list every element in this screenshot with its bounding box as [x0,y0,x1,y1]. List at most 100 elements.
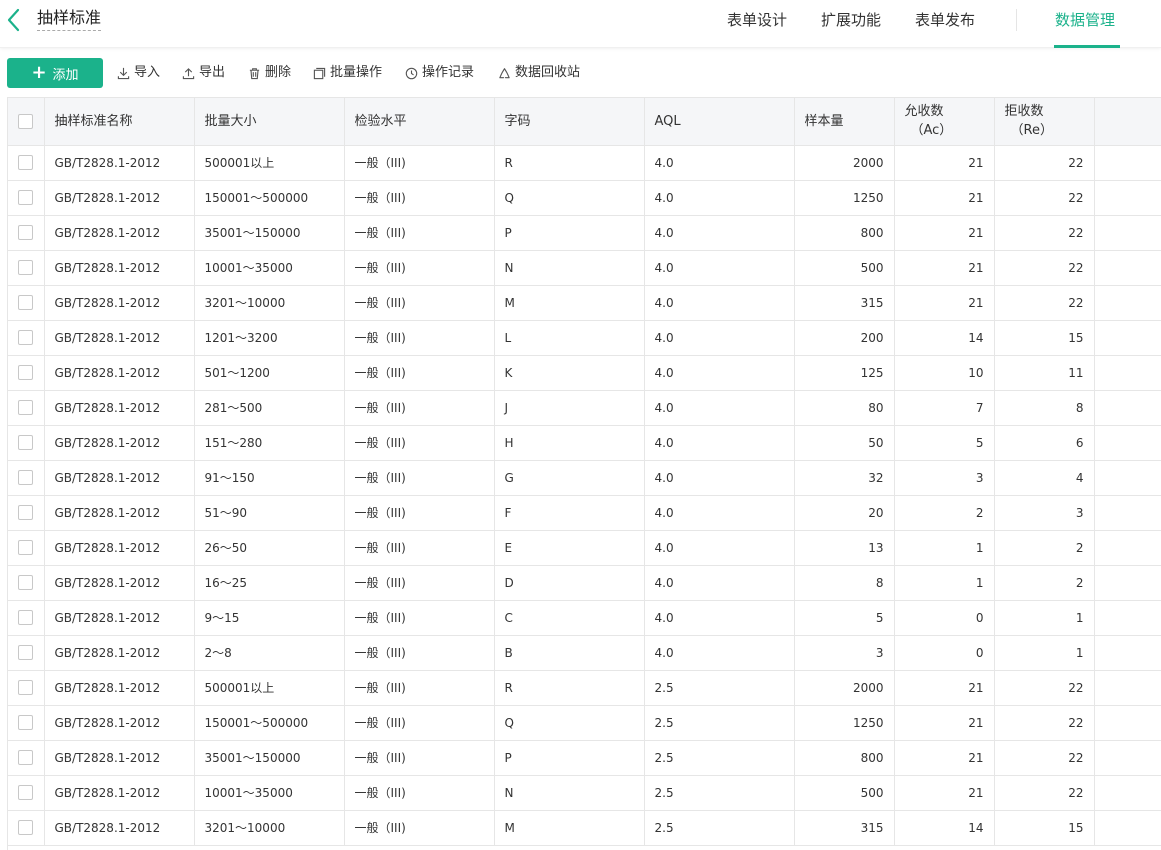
operation-log-button[interactable]: 操作记录 [405,65,474,81]
row-checkbox[interactable] [18,820,34,835]
sample-size-cell: 2000 [794,145,895,181]
code-letter-cell: N [494,250,645,286]
batch-size-cell: 2～8 [194,635,345,671]
table-row[interactable]: GB/T2828.1-2012 10001～35000 一般（III) N 2.5 500… [8,775,1161,811]
back-arrow-icon[interactable] [6,7,22,33]
empty-cell [1094,215,1161,251]
table-row[interactable]: GB/T2828.1-2012 3201～10000 一般（III) M 2.5 315 1… [8,810,1161,846]
accept-number-cell: 21 [894,250,995,286]
table-row[interactable]: GB/T2828.1-2012 1201～3200 一般（III) L 4.0 200 14… [8,320,1161,356]
table-row[interactable]: GB/T2828.1-2012 281～500 一般（III) J 4.0 80 7 8 [8,390,1161,426]
aql-cell: 4.0 [644,635,795,671]
table-row[interactable]: GB/T2828.1-2012 150001～500000 一般（III) Q 2.5 1… [8,705,1161,741]
standard-name-cell: GB/T2828.1-2012 [44,425,195,461]
select-all-checkbox[interactable] [18,113,34,129]
row-checkbox[interactable] [18,225,34,240]
reject-number-cell: 22 [994,180,1095,216]
tab-extensions[interactable]: 扩展功能 [821,10,881,30]
row-checkbox[interactable] [18,645,34,660]
table-row[interactable]: GB/T2828.1-2012 35001～150000 一般（III) P 2.5 80… [8,740,1161,776]
delete-label: 删除 [265,65,292,80]
table-row[interactable]: GB/T2828.1-2012 35001～150000 一般（III) P 4.0 80… [8,215,1161,251]
column-header-standard-name[interactable]: 抽样标准名称 [44,98,195,146]
table-row[interactable]: GB/T2828.1-2012 2～8 一般（III) B 4.0 3 0 1 [8,635,1161,671]
code-letter-cell: M [494,810,645,846]
table-row[interactable]: GB/T2828.1-2012 500001以上 一般（III) R 2.5 2000 21… [8,670,1161,706]
inspection-level-cell: 一般（III) [344,215,495,251]
tab-form-publish[interactable]: 表单发布 [915,10,975,30]
row-checkbox[interactable] [18,295,34,310]
page-title[interactable]: 抽样标准 [37,8,102,31]
column-header-sample-size[interactable]: 样本量 [794,98,895,146]
table-row[interactable]: GB/T2828.1-2012 151～280 一般（III) H 4.0 50 5 6 [8,425,1161,461]
row-checkbox[interactable] [18,260,34,275]
column-header-aql[interactable]: AQL [644,98,795,146]
column-header-code-letter[interactable]: 字码 [494,98,645,146]
accept-number-cell: 14 [894,320,995,356]
column-header-batch-size[interactable]: 批量大小 [194,98,345,146]
inspection-level-cell: 一般（III) [344,705,495,741]
export-button[interactable]: 导出 [182,65,225,81]
code-letter-cell: Q [494,705,645,741]
inspection-level-cell: 一般（III) [344,145,495,181]
row-checkbox[interactable] [18,715,34,730]
table-row[interactable]: GB/T2828.1-2012 500001以上 一般（III) R 4.0 2000 21… [8,145,1161,181]
row-checkbox[interactable] [18,610,34,625]
import-button[interactable]: 导入 [117,65,160,81]
row-checkbox-cell [8,600,45,636]
recycle-bin-label: 数据回收站 [515,65,581,80]
row-checkbox[interactable] [18,680,34,695]
accept-number-cell: 0 [894,635,995,671]
table-row[interactable]: GB/T2828.1-2012 501～1200 一般（III) K 4.0 125 10 1… [8,355,1161,391]
table-row[interactable]: GB/T2828.1-2012 150001～500000 一般（III) Q 4.0 1… [8,180,1161,216]
table-row[interactable]: GB/T2828.1-2012 3201～10000 一般（III) M 4.0 315 2… [8,285,1161,321]
accept-number-cell: 2 [894,495,995,531]
table-row[interactable]: GB/T2828.1-2012 51～90 一般（III) F 4.0 20 2 3 [8,495,1161,531]
batch-size-cell: 281～500 [194,390,345,426]
batch-operation-button[interactable]: 批量操作 [313,65,382,81]
code-letter-cell: G [494,460,645,496]
tab-form-design[interactable]: 表单设计 [727,10,787,30]
sample-size-cell: 800 [794,740,895,776]
batch-size-cell: 91～150 [194,460,345,496]
row-checkbox[interactable] [18,575,34,590]
column-header-inspection-level[interactable]: 检验水平 [344,98,495,146]
row-checkbox[interactable] [18,750,34,765]
table-row[interactable]: GB/T2828.1-2012 16～25 一般（III) D 4.0 8 1 2 [8,565,1161,601]
row-checkbox[interactable] [18,330,34,345]
upload-icon [182,67,195,79]
code-letter-cell: Q [494,180,645,216]
empty-cell [1094,390,1161,426]
row-checkbox[interactable] [18,540,34,555]
table-row[interactable]: GB/T2828.1-2012 9～15 一般（III) C 4.0 5 0 1 [8,600,1161,636]
row-checkbox[interactable] [18,435,34,450]
column-header-empty [1094,98,1161,146]
empty-cell [1094,460,1161,496]
accept-number-cell: 1 [894,530,995,566]
add-button-label: 添加 [52,67,79,83]
column-header-accept-number[interactable]: 允收数 （Ac） [894,98,995,146]
row-checkbox[interactable] [18,470,34,485]
add-button[interactable]: + 添加 [7,58,103,88]
batch-size-cell: 150001～500000 [194,705,345,741]
row-checkbox[interactable] [18,505,34,520]
row-checkbox[interactable] [18,155,34,170]
batch-size-cell: 10001～35000 [194,250,345,286]
empty-cell [1094,670,1161,706]
recycle-bin-button[interactable]: 数据回收站 [498,65,580,81]
row-checkbox-cell [8,565,45,601]
row-checkbox[interactable] [18,365,34,380]
delete-button[interactable]: 删除 [248,65,291,81]
table-row[interactable]: GB/T2828.1-2012 26～50 一般（III) E 4.0 13 1 2 [8,530,1161,566]
tab-data-management[interactable]: 数据管理 [1055,10,1115,30]
aql-cell: 2.5 [644,740,795,776]
column-header-reject-number[interactable]: 拒收数 （Re） [994,98,1095,146]
accept-number-cell: 21 [894,740,995,776]
row-checkbox[interactable] [18,190,34,205]
row-checkbox[interactable] [18,785,34,800]
code-letter-cell: N [494,775,645,811]
row-checkbox[interactable] [18,400,34,415]
table-row[interactable]: GB/T2828.1-2012 91～150 一般（III) G 4.0 32 3 4 [8,460,1161,496]
standard-name-cell: GB/T2828.1-2012 [44,320,195,356]
table-row[interactable]: GB/T2828.1-2012 10001～35000 一般（III) N 4.0 500… [8,250,1161,286]
